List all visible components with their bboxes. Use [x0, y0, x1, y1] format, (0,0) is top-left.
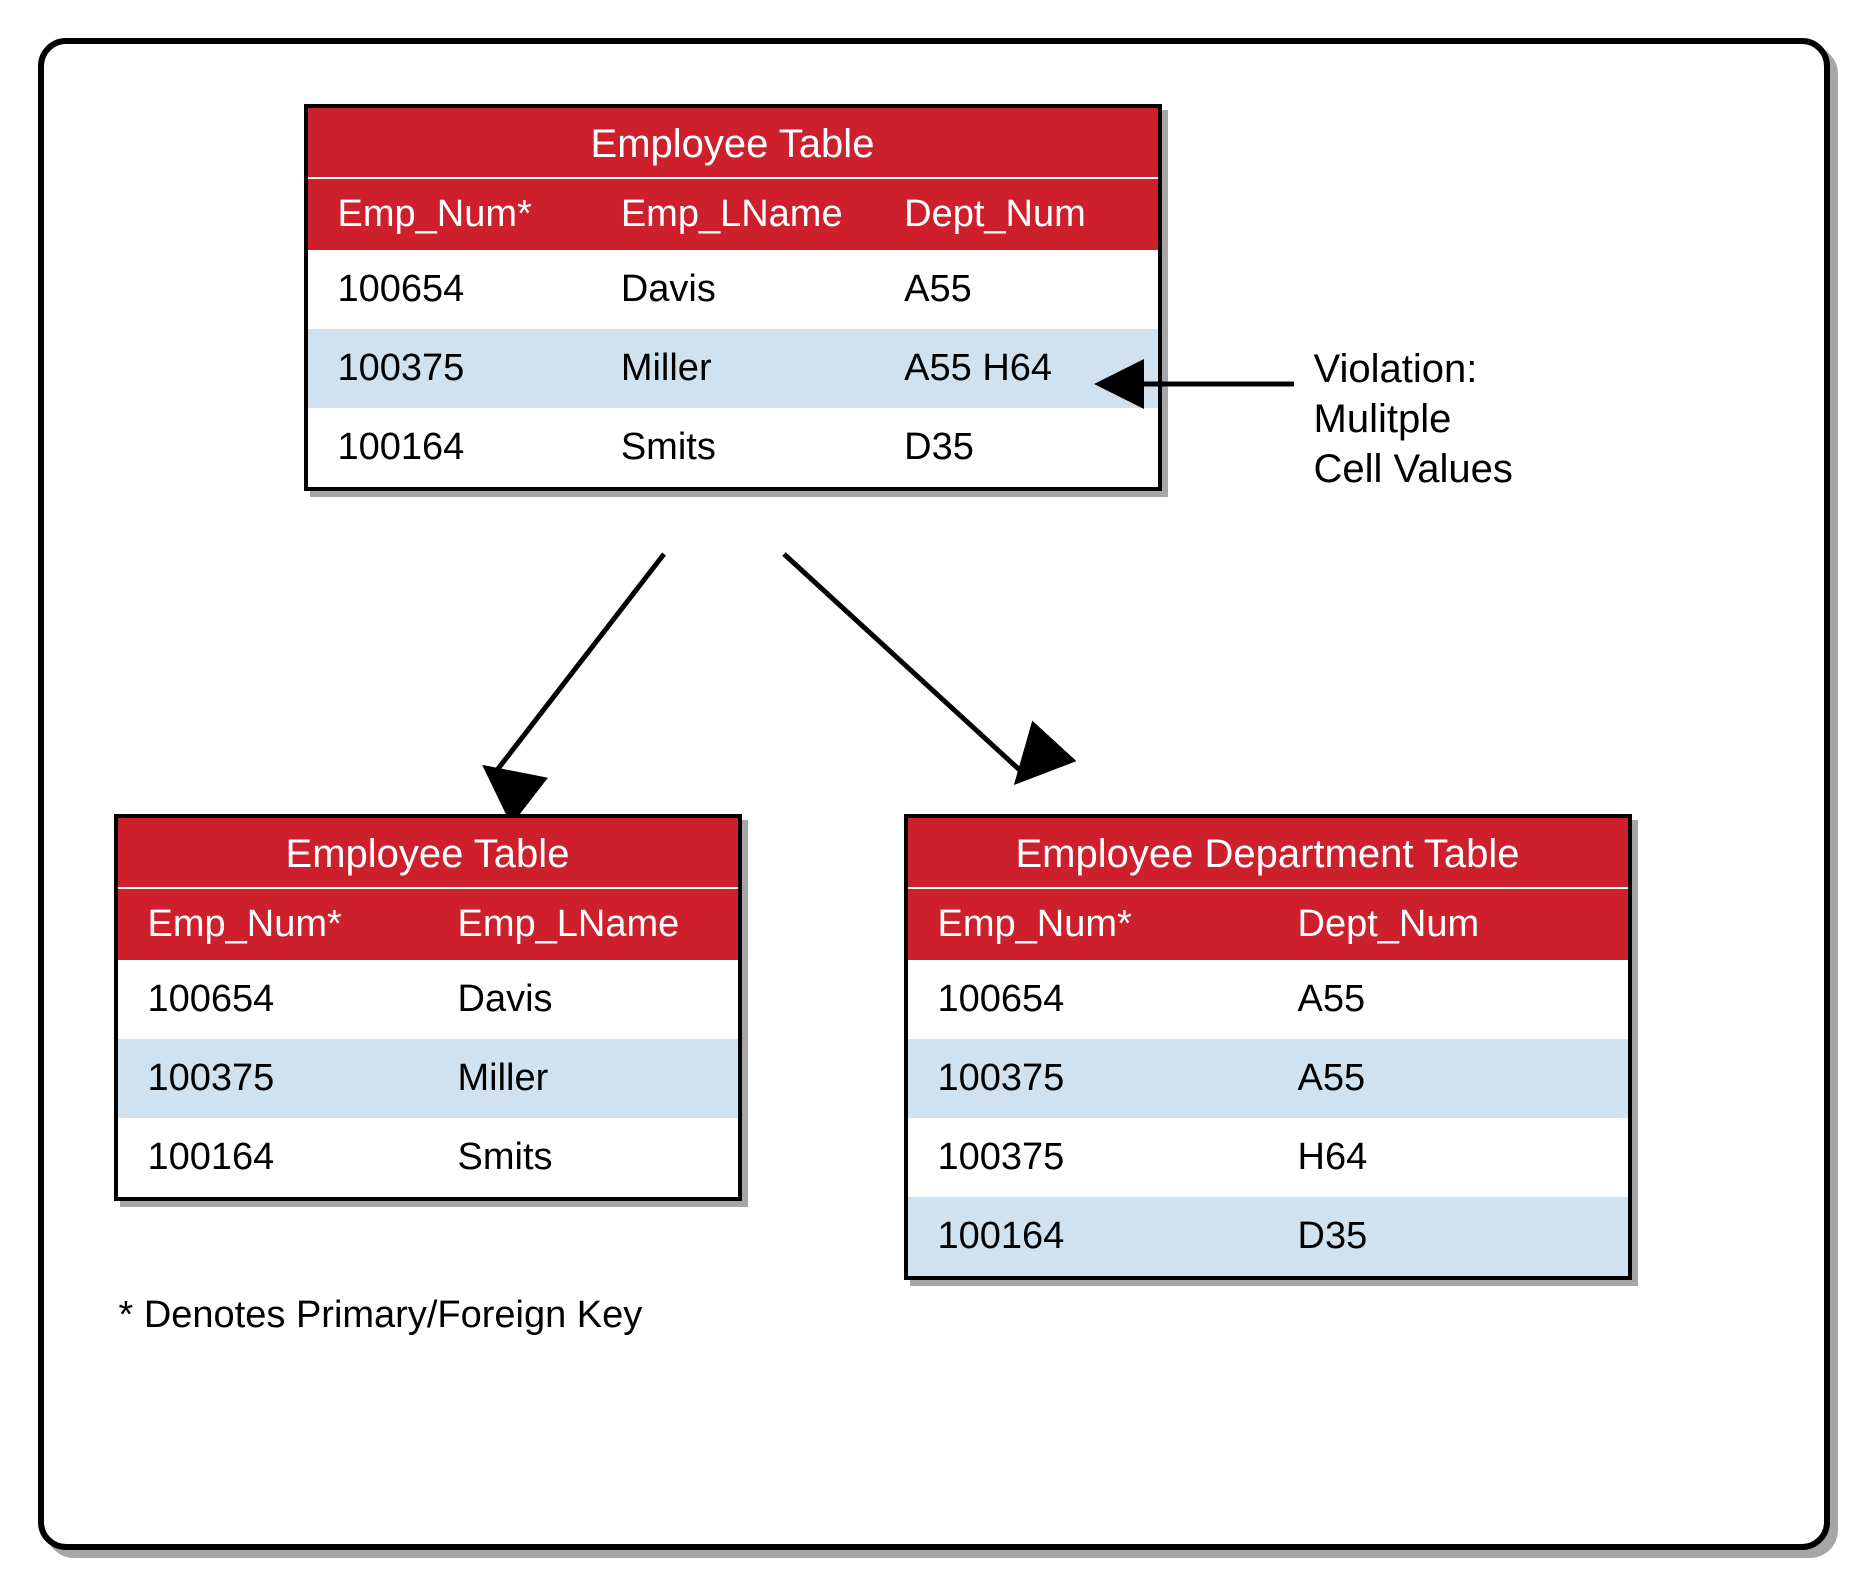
table-row: 100654 A55 — [908, 960, 1628, 1039]
table-row: 100164 D35 — [908, 1197, 1628, 1276]
table-row: 100375 H64 — [908, 1118, 1628, 1197]
table-columns: Emp_Num* Dept_Num — [908, 889, 1628, 960]
cell: D35 — [874, 408, 1157, 487]
col-header: Emp_Num* — [308, 179, 591, 250]
cell: 100375 — [908, 1039, 1268, 1118]
violation-annotation: Violation: Mulitple Cell Values — [1314, 344, 1513, 494]
table-employee-top: Employee Table Emp_Num* Emp_LName Dept_N… — [304, 104, 1162, 491]
table-title: Employee Table — [308, 108, 1158, 179]
cell: D35 — [1268, 1197, 1628, 1276]
cell: A55 — [1268, 1039, 1628, 1118]
cell: 100164 — [308, 408, 591, 487]
cell: A55 — [874, 250, 1157, 329]
table-row: 100375 A55 — [908, 1039, 1628, 1118]
cell: Smits — [591, 408, 874, 487]
annotation-line: Mulitple — [1314, 394, 1513, 444]
cell: 100654 — [118, 960, 428, 1039]
col-header: Emp_LName — [428, 889, 738, 960]
col-header: Dept_Num — [874, 179, 1157, 250]
table-columns: Emp_Num* Emp_LName — [118, 889, 738, 960]
diagram-frame: Employee Table Emp_Num* Emp_LName Dept_N… — [38, 38, 1830, 1550]
cell: Miller — [591, 329, 874, 408]
table-employee-left: Employee Table Emp_Num* Emp_LName 100654… — [114, 814, 742, 1201]
cell: 100375 — [908, 1118, 1268, 1197]
col-header: Dept_Num — [1268, 889, 1628, 960]
table-row: 100375 Miller A55 H64 — [308, 329, 1158, 408]
cell: Davis — [591, 250, 874, 329]
cell: 100375 — [118, 1039, 428, 1118]
cell: Smits — [428, 1118, 738, 1197]
table-row: 100654 Davis — [118, 960, 738, 1039]
cell: 100164 — [118, 1118, 428, 1197]
arrow-split-right — [744, 544, 1064, 804]
annotation-line: Violation: — [1314, 344, 1513, 394]
footnote-pk: * Denotes Primary/Foreign Key — [119, 1294, 643, 1337]
cell: Davis — [428, 960, 738, 1039]
cell: 100164 — [908, 1197, 1268, 1276]
table-row: 100164 Smits D35 — [308, 408, 1158, 487]
cell: Miller — [428, 1039, 738, 1118]
table-row: 100375 Miller — [118, 1039, 738, 1118]
col-header: Emp_LName — [591, 179, 874, 250]
table-title: Employee Department Table — [908, 818, 1628, 889]
table-row: 100164 Smits — [118, 1118, 738, 1197]
cell: 100375 — [308, 329, 591, 408]
cell: 100654 — [908, 960, 1268, 1039]
table-title: Employee Table — [118, 818, 738, 889]
cell: 100654 — [308, 250, 591, 329]
cell: A55 — [1268, 960, 1628, 1039]
col-header: Emp_Num* — [118, 889, 428, 960]
arrow-split-left — [464, 544, 724, 804]
arrow-violation — [1044, 364, 1304, 404]
annotation-line: Cell Values — [1314, 444, 1513, 494]
table-employee-department: Employee Department Table Emp_Num* Dept_… — [904, 814, 1632, 1280]
cell: H64 — [1268, 1118, 1628, 1197]
table-columns: Emp_Num* Emp_LName Dept_Num — [308, 179, 1158, 250]
col-header: Emp_Num* — [908, 889, 1268, 960]
table-row: 100654 Davis A55 — [308, 250, 1158, 329]
